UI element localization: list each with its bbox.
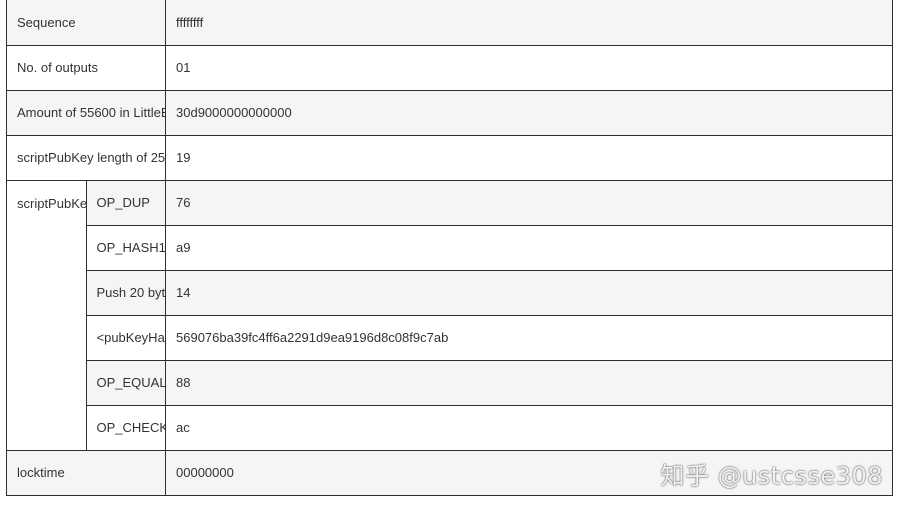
row-label-outputs: No. of outputs bbox=[6, 44, 166, 91]
row-label-locktime: locktime bbox=[6, 449, 166, 496]
table-row: scriptPubKey OP_DUP 76 bbox=[6, 179, 893, 451]
transaction-output-table: Sequence ffffffff No. of outputs 01 Amou… bbox=[6, 0, 893, 496]
table-row: Amount of 55600 in LittleEndian 30d90000… bbox=[6, 89, 893, 136]
script-op: OP_EQUALVERIFY bbox=[85, 359, 166, 406]
script-op-value: ac bbox=[165, 404, 893, 451]
script-op: OP_HASH160 bbox=[85, 224, 166, 271]
script-op-value: 14 bbox=[165, 269, 893, 316]
row-value-script-length: 19 bbox=[165, 134, 893, 181]
table-row: OP_CHECKSIG ac bbox=[7, 404, 893, 451]
table-row: No. of outputs 01 bbox=[6, 44, 893, 91]
script-op-value: 569076ba39fc4ff6a2291d9ea9196d8c08f9c7ab bbox=[165, 314, 893, 361]
script-op-value: a9 bbox=[165, 224, 893, 271]
table-row: Push 20 bytes 14 bbox=[7, 269, 893, 316]
watermark: 知乎 @ustcsse308 bbox=[660, 462, 883, 490]
script-op-value: 88 bbox=[165, 359, 893, 406]
script-op: <pubKeyHash> bbox=[85, 314, 166, 361]
script-op: Push 20 bytes bbox=[85, 269, 166, 316]
table-row: Sequence ffffffff bbox=[6, 0, 893, 46]
row-value-amount: 30d9000000000000 bbox=[165, 89, 893, 136]
table-row: OP_HASH160 a9 bbox=[7, 224, 893, 271]
script-op: OP_DUP bbox=[85, 179, 166, 226]
table-row: scriptPubKey length of 25 bytes 19 bbox=[6, 134, 893, 181]
script-op-value: 76 bbox=[165, 179, 893, 226]
row-label-scriptpubkey: scriptPubKey bbox=[6, 179, 87, 451]
row-label-script-length: scriptPubKey length of 25 bytes bbox=[6, 134, 166, 181]
table-row: OP_EQUALVERIFY 88 bbox=[7, 359, 893, 406]
script-op: OP_CHECKSIG bbox=[85, 404, 166, 451]
row-label-amount: Amount of 55600 in LittleEndian bbox=[6, 89, 166, 136]
table-row: <pubKeyHash> 569076ba39fc4ff6a2291d9ea91… bbox=[7, 314, 893, 361]
row-value-sequence: ffffffff bbox=[165, 0, 893, 46]
row-value-outputs: 01 bbox=[165, 44, 893, 91]
row-label-sequence: Sequence bbox=[6, 0, 166, 46]
